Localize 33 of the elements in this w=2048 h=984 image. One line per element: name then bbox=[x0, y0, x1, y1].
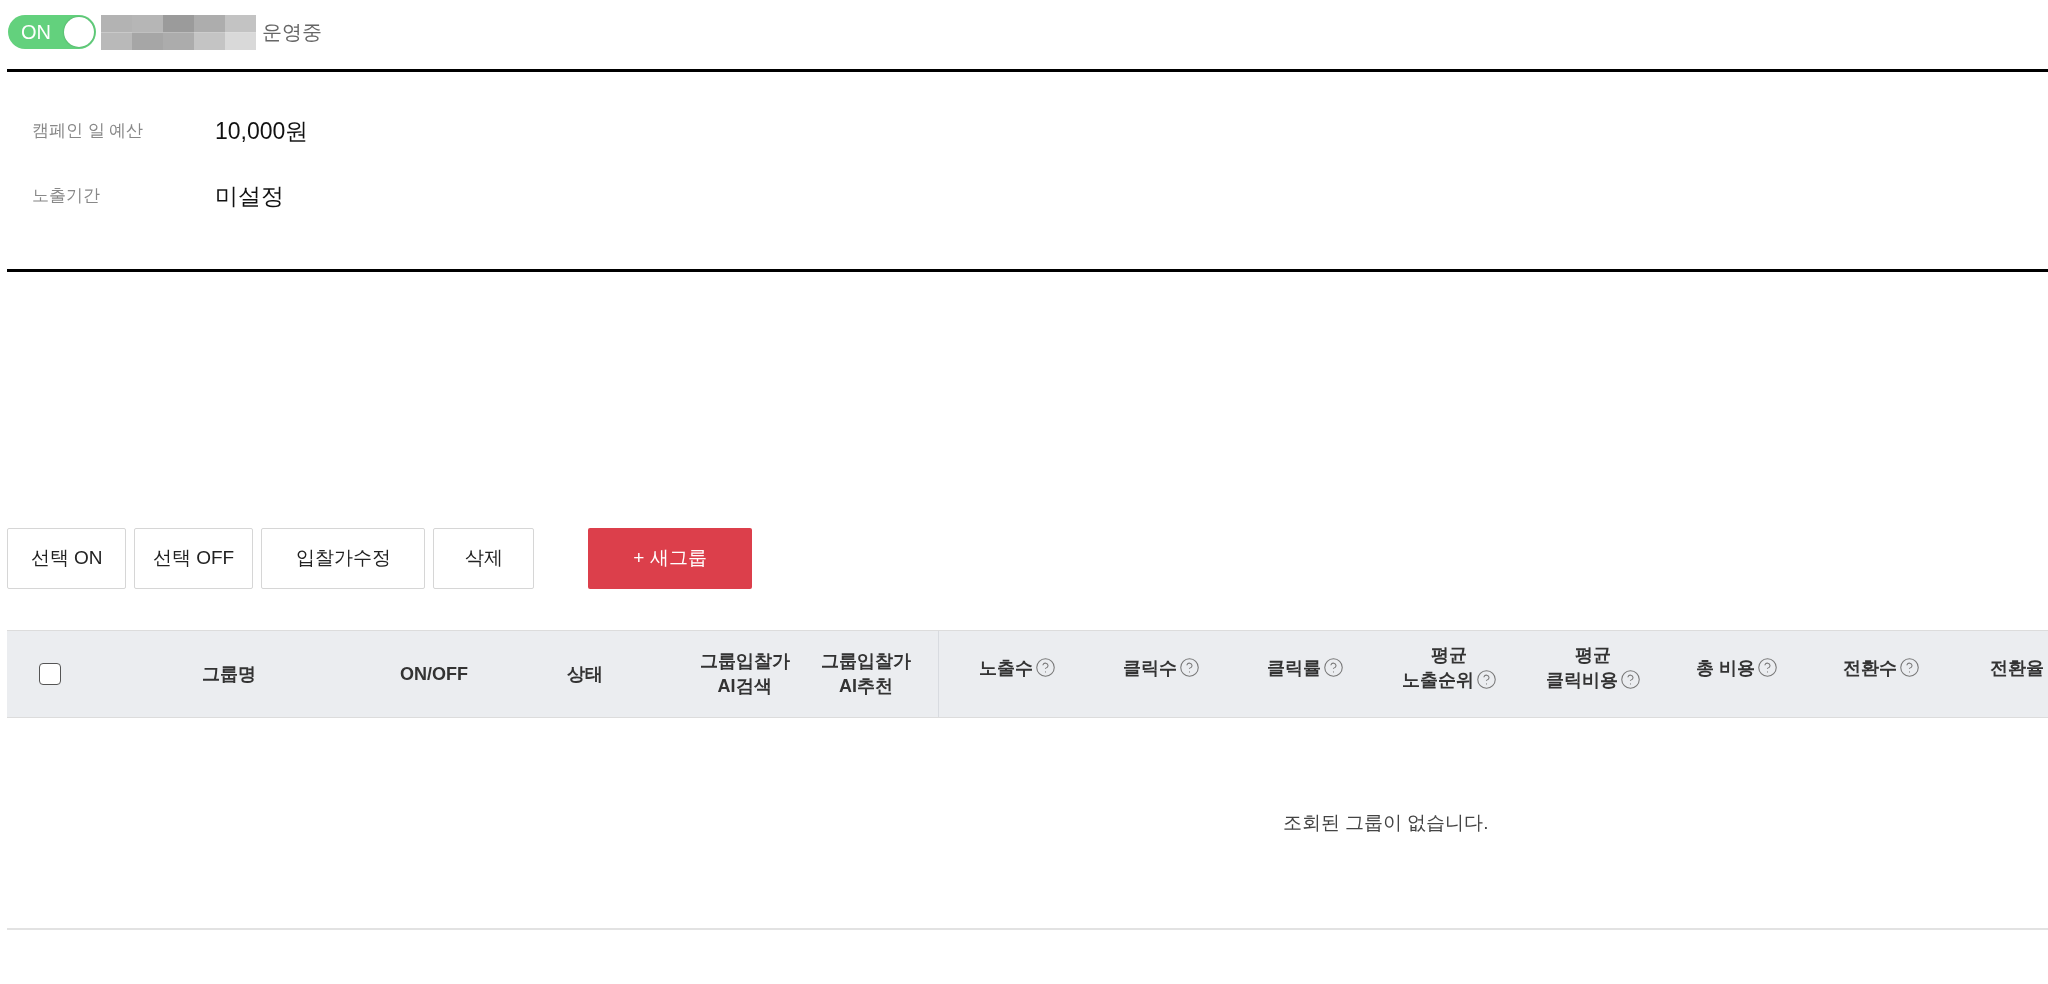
help-icon[interactable] bbox=[1034, 656, 1056, 678]
column-header: 총 비용 bbox=[1696, 657, 1755, 678]
status-text: 운영중 bbox=[262, 20, 322, 45]
help-icon[interactable] bbox=[1619, 669, 1641, 690]
column-header: 전환율 bbox=[1990, 657, 2044, 678]
add-group-button[interactable]: + 새그룹 bbox=[588, 528, 752, 589]
column-header: 그룹입찰가 AI검색 bbox=[699, 651, 790, 696]
help-icon[interactable] bbox=[1178, 656, 1200, 678]
help-icon[interactable] bbox=[1757, 656, 1778, 678]
action-button[interactable]: 삭제 bbox=[433, 528, 534, 589]
action-button[interactable]: 선택 OFF bbox=[134, 528, 253, 589]
column-header: 평균 클릭비용 bbox=[1545, 645, 1618, 690]
column-header: 그룹입찰가 AI추천 bbox=[821, 651, 911, 696]
column-header: 그룹명 bbox=[202, 663, 256, 684]
column-header: 클릭수 bbox=[1122, 657, 1177, 678]
empty-message: 조회된 그룹이 없습니다. bbox=[1282, 810, 1489, 835]
column-header: 상태 bbox=[567, 663, 603, 684]
column-header: 평균 노출순위 bbox=[1401, 645, 1474, 690]
column-header: 전환수 bbox=[1842, 657, 1897, 678]
column-header: 클릭률 bbox=[1266, 657, 1321, 678]
select-all-checkbox[interactable] bbox=[39, 663, 61, 685]
column-header: 노출수 bbox=[978, 657, 1033, 678]
help-icon[interactable] bbox=[1322, 656, 1344, 678]
info-label: 캠페인 일 예산 bbox=[32, 120, 145, 143]
help-icon[interactable] bbox=[1475, 669, 1497, 690]
action-button[interactable]: 입찰가수정 bbox=[261, 528, 425, 589]
column-header: ON/OFF bbox=[400, 663, 468, 684]
info-label: 노출기간 bbox=[32, 185, 101, 208]
action-button[interactable]: 선택 ON bbox=[7, 528, 126, 589]
toggle-knob bbox=[64, 17, 94, 47]
info-value: 미설정 bbox=[215, 181, 284, 211]
help-icon[interactable] bbox=[1898, 656, 1920, 678]
info-value: 10,000원 bbox=[215, 116, 309, 146]
